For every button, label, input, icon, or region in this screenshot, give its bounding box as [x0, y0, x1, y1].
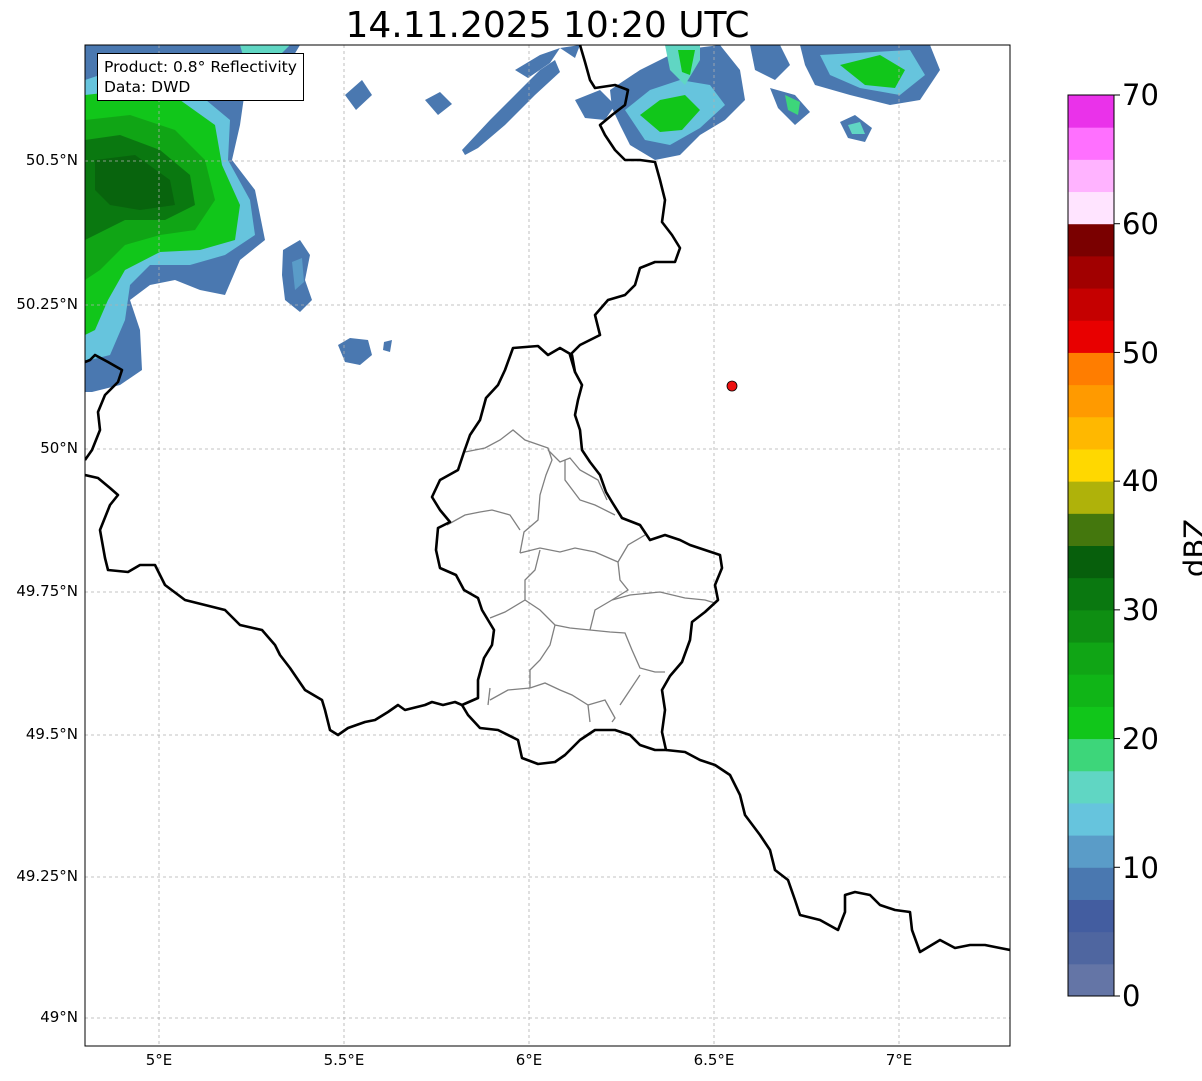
lat-tick-label: 49°N [40, 1008, 78, 1026]
colorbar-segment [1068, 545, 1114, 579]
colorbar-segment [1068, 159, 1114, 193]
lat-tick-label: 49.5°N [25, 725, 78, 743]
colorbar-segment [1068, 352, 1114, 386]
colorbar-segment [1068, 706, 1114, 740]
lat-tick-label: 49.25°N [16, 867, 78, 885]
colorbar-segment [1068, 835, 1114, 868]
lon-tick-label: 6°E [515, 1051, 543, 1069]
lon-tick-label: 7°E [885, 1051, 913, 1069]
lat-tick-label: 49.75°N [16, 582, 78, 600]
colorbar-segment [1068, 288, 1114, 321]
colorbar-segment [1068, 867, 1114, 900]
colorbar [1068, 95, 1114, 997]
colorbar-segment [1068, 223, 1114, 257]
colorbar-segment [1068, 191, 1114, 225]
colorbar-segment [1068, 609, 1114, 643]
colorbar-segment [1068, 481, 1114, 514]
colorbar-segment [1068, 642, 1114, 675]
lon-tick-label: 6.5°E [693, 1051, 735, 1069]
lat-tick-label: 50.5°N [25, 151, 78, 169]
colorbar-segment [1068, 95, 1114, 128]
colorbar-segment [1068, 448, 1114, 482]
lat-tick-label: 50.25°N [16, 295, 78, 313]
colorbar-tick-label: 50 [1122, 336, 1159, 370]
colorbar-segment [1068, 255, 1114, 289]
colorbar-segment [1068, 127, 1114, 160]
colorbar-segment [1068, 320, 1114, 353]
colorbar-tick-label: 30 [1122, 593, 1159, 627]
colorbar-segment [1068, 674, 1114, 707]
colorbar-segment [1068, 802, 1114, 836]
product-label: Product: 0.8° Reflectivity [104, 58, 297, 76]
colorbar-segment [1068, 963, 1114, 997]
product-info-box: Product: 0.8° Reflectivity Data: DWD [97, 53, 304, 101]
colorbar-segment [1068, 770, 1114, 804]
lon-tick-label: 5.5°E [323, 1051, 365, 1069]
colorbar-tick-label: 40 [1122, 464, 1159, 498]
lon-tick-label: 5°E [145, 1051, 173, 1069]
colorbar-tick-label: 60 [1122, 207, 1159, 241]
colorbar-segment [1068, 513, 1114, 546]
colorbar-segment [1068, 899, 1114, 933]
data-source-label: Data: DWD [104, 78, 191, 96]
lat-tick-label: 50°N [40, 439, 78, 457]
colorbar-segment [1068, 931, 1114, 965]
colorbar-segment [1068, 384, 1114, 418]
colorbar-tick-label: 10 [1122, 851, 1159, 885]
location-marker [726, 380, 738, 392]
colorbar-tick-label: 20 [1122, 722, 1159, 756]
colorbar-segment [1068, 416, 1114, 450]
colorbar-segment [1068, 738, 1114, 772]
radar-map [84, 44, 1120, 1047]
colorbar-label: dBZ [1178, 518, 1202, 578]
colorbar-tick-label: 0 [1122, 979, 1141, 1013]
colorbar-tick-label: 70 [1122, 78, 1159, 112]
colorbar-ticks [1114, 94, 1120, 997]
colorbar-segment [1068, 577, 1114, 611]
